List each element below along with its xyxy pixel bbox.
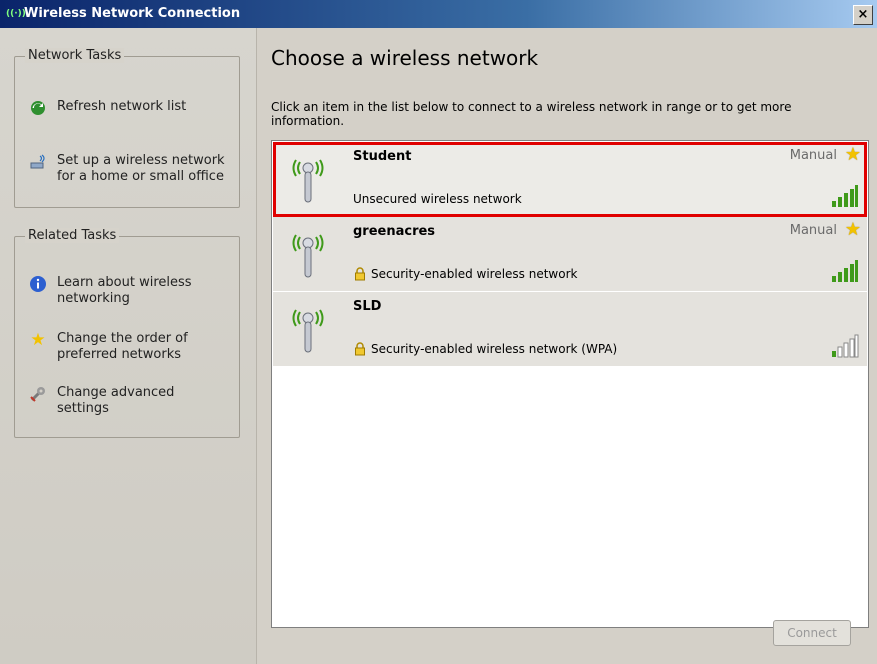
star-icon: ★ bbox=[30, 330, 46, 350]
sidebar: Network Tasks Refresh network list Set u… bbox=[0, 28, 256, 664]
learn-wireless-label: Learn about wireless networking bbox=[57, 275, 192, 306]
network-item-sld[interactable]: SLD Security-enabled wireless network (W… bbox=[273, 292, 867, 367]
wireless-icon: ((·)) bbox=[6, 9, 26, 19]
network-status: Manual bbox=[789, 223, 837, 238]
signal-strength-icon bbox=[832, 185, 858, 207]
security-label: Unsecured wireless network bbox=[353, 192, 522, 206]
network-status: Manual bbox=[789, 148, 837, 163]
setup-wireless-network-link[interactable]: Set up a wireless network for a home or … bbox=[29, 153, 227, 185]
network-tasks-group: Network Tasks Refresh network list Set u… bbox=[14, 48, 240, 208]
main-panel: Choose a wireless network Click an item … bbox=[257, 28, 877, 664]
instructions-text: Click an item in the list below to conne… bbox=[271, 100, 792, 128]
network-security: Unsecured wireless network bbox=[353, 192, 522, 206]
refresh-network-list-link[interactable]: Refresh network list bbox=[29, 99, 227, 117]
network-security: Security-enabled wireless network bbox=[353, 267, 577, 281]
network-name: SLD bbox=[353, 299, 382, 314]
security-label: Security-enabled wireless network (WPA) bbox=[371, 342, 618, 356]
related-tasks-group: Related Tasks Learn about wireless netwo… bbox=[14, 228, 240, 438]
lock-icon bbox=[353, 267, 367, 281]
signal-strength-icon bbox=[832, 260, 858, 282]
info-icon bbox=[29, 275, 47, 293]
close-button[interactable]: × bbox=[853, 5, 873, 25]
refresh-icon bbox=[29, 99, 47, 117]
network-list[interactable]: Student Unsecured wireless network Manua… bbox=[271, 140, 869, 628]
network-item-greenacres[interactable]: greenacres Security-enabled wireless net… bbox=[273, 217, 867, 292]
preferred-star-icon: ★ bbox=[844, 144, 861, 165]
signal-strength-icon bbox=[832, 334, 859, 358]
network-name: Student bbox=[353, 149, 412, 164]
title-bar: ((·)) Wireless Network Connection × bbox=[0, 0, 877, 28]
antenna-icon bbox=[283, 298, 333, 360]
change-order-link[interactable]: ★ Change the order of preferred networks bbox=[29, 330, 227, 363]
settings-icon bbox=[29, 385, 47, 403]
setup-network-icon bbox=[29, 153, 47, 171]
security-label: Security-enabled wireless network bbox=[371, 267, 578, 281]
change-order-label: Change the order of preferred networks bbox=[57, 331, 188, 362]
change-advanced-settings-link[interactable]: Change advanced settings bbox=[29, 385, 227, 417]
window-title: Wireless Network Connection bbox=[24, 6, 241, 21]
antenna-icon bbox=[283, 148, 333, 210]
refresh-network-list-label: Refresh network list bbox=[57, 99, 187, 114]
antenna-icon bbox=[283, 223, 333, 285]
page-title: Choose a wireless network bbox=[271, 46, 539, 70]
change-advanced-settings-label: Change advanced settings bbox=[57, 385, 175, 416]
lock-icon bbox=[353, 342, 367, 356]
network-tasks-title: Network Tasks bbox=[25, 48, 125, 63]
learn-wireless-link[interactable]: Learn about wireless networking bbox=[29, 275, 227, 307]
preferred-star-icon: ★ bbox=[844, 219, 861, 240]
network-security: Security-enabled wireless network (WPA) bbox=[353, 342, 617, 356]
related-tasks-title: Related Tasks bbox=[25, 228, 120, 243]
setup-wireless-network-label: Set up a wireless network for a home or … bbox=[57, 153, 225, 184]
network-item-student[interactable]: Student Unsecured wireless network Manua… bbox=[273, 142, 867, 217]
network-name: greenacres bbox=[353, 224, 436, 239]
connect-button[interactable]: Connect bbox=[773, 620, 851, 646]
